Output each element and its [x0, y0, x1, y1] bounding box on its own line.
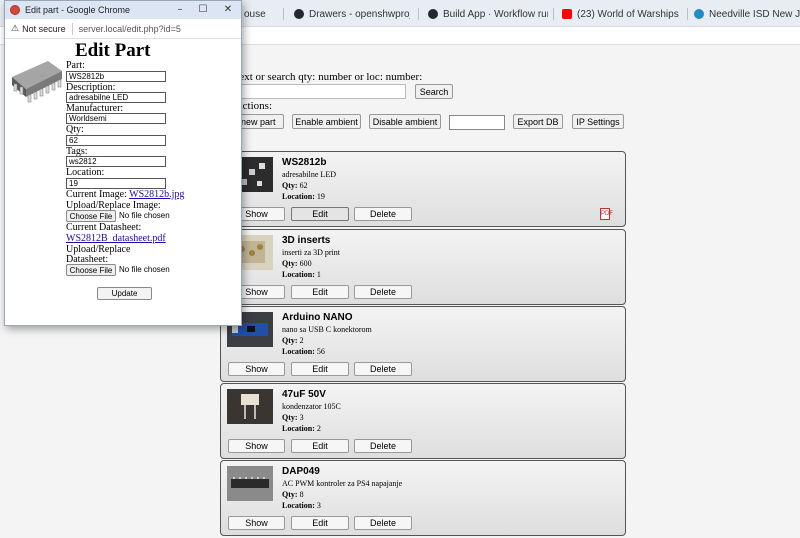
not-secure-label[interactable]: Not secure: [22, 24, 66, 34]
edit-button[interactable]: Edit: [291, 285, 349, 299]
window-title: Edit part - Google Chrome: [25, 5, 131, 15]
app-icon: [10, 5, 20, 15]
delete-button[interactable]: Delete: [354, 362, 412, 376]
delete-button[interactable]: Delete: [354, 285, 412, 299]
qty-label: Qty:: [66, 124, 84, 135]
youtube-icon: [562, 9, 572, 19]
edit-button[interactable]: Edit: [291, 207, 349, 221]
address-bar[interactable]: ⚠ Not secure server.local/edit.php?id=5: [5, 19, 241, 39]
tab-label: Needville ISD New Junior Hig: [709, 8, 800, 20]
delete-button[interactable]: Delete: [354, 439, 412, 453]
part-card: WS2812b adresabilne LED Qty: 62 Location…: [220, 151, 626, 227]
part-name: 47uF 50V: [282, 389, 326, 400]
browser-tab-drawers[interactable]: Drawers - openshwprojects/O: [294, 5, 410, 23]
description-field[interactable]: adresabilne LED: [66, 92, 166, 103]
part-label: Part:: [66, 60, 85, 71]
delete-button[interactable]: Delete: [354, 207, 412, 221]
warning-icon[interactable]: ⚠: [11, 23, 19, 34]
update-button[interactable]: Update: [97, 287, 152, 300]
part-qty: Qty: 600: [282, 259, 312, 268]
qty-field[interactable]: 62: [66, 135, 166, 146]
part-description: nano sa USB C konektorom: [282, 325, 372, 334]
image-no-file-text: No file chosen: [119, 211, 170, 220]
part-card: DAP049 AC PWM kontroler za PS4 napajanje…: [220, 460, 626, 536]
part-qty: Qty: 62: [282, 181, 308, 190]
github-icon: [294, 9, 304, 19]
show-button[interactable]: Show: [228, 439, 285, 453]
browser-tab-build-app[interactable]: Build App · Workflow runs · op: [428, 5, 548, 23]
part-thumbnail: [227, 389, 273, 424]
part-description: inserti za 3D print: [282, 248, 340, 257]
location-field[interactable]: 19: [66, 178, 166, 189]
choose-datasheet-button[interactable]: Choose File: [66, 264, 116, 276]
part-location: Location: 19: [282, 192, 325, 201]
ip-settings-button[interactable]: IP Settings: [572, 114, 624, 129]
current-datasheet-label: Current Datasheet:: [66, 222, 142, 233]
github-icon: [428, 9, 438, 19]
window-titlebar[interactable]: Edit part - Google Chrome – ☐ ✕: [5, 1, 241, 19]
current-image-label: Current Image:: [66, 189, 127, 200]
part-name: WS2812b: [282, 157, 327, 168]
disable-ambient-button[interactable]: Disable ambient: [369, 114, 441, 129]
part-description: kondenzator 105C: [282, 402, 341, 411]
part-location: Location: 3: [282, 501, 321, 510]
pdf-icon[interactable]: PDF: [600, 208, 613, 220]
search-label: h text or search qty: number or loc: num…: [228, 71, 423, 83]
part-name: DAP049: [282, 466, 320, 477]
url-text[interactable]: server.local/edit.php?id=5: [79, 24, 181, 34]
part-name: Arduino NANO: [282, 312, 353, 323]
ic-chip-icon: [12, 61, 62, 103]
datasheet-no-file-text: No file chosen: [119, 265, 170, 274]
part-name: 3D inserts: [282, 235, 331, 246]
manufacturer-field[interactable]: Worldsemi: [66, 113, 166, 124]
enable-ambient-button[interactable]: Enable ambient: [292, 114, 361, 129]
edge-icon: [694, 9, 704, 19]
search-button[interactable]: Search: [415, 84, 453, 99]
tab-label: ouse: [244, 8, 266, 20]
datasheet-file-link[interactable]: WS2812B_datasheet.pdf: [66, 233, 166, 244]
edit-button[interactable]: Edit: [291, 516, 349, 530]
delete-button[interactable]: Delete: [354, 516, 412, 530]
export-db-button[interactable]: Export DB: [513, 114, 563, 129]
browser-tab-partial[interactable]: ouse ✕: [244, 5, 272, 23]
part-qty: Qty: 3: [282, 413, 304, 422]
edit-button[interactable]: Edit: [291, 362, 349, 376]
tab-label: Drawers - openshwprojects/O: [309, 8, 410, 20]
image-file-link[interactable]: WS2812b.jpg: [129, 189, 184, 200]
edit-part-form: Edit Part Part: WS2812b Description: adr…: [5, 39, 241, 325]
current-image-row: Current Image: WS2812b.jpg: [66, 189, 184, 200]
part-card: 3D inserts inserti za 3D print Qty: 600 …: [220, 229, 626, 305]
close-icon[interactable]: ✕: [221, 3, 235, 17]
part-thumbnail: [227, 466, 273, 501]
search-input[interactable]: [228, 84, 406, 99]
part-description: adresabilne LED: [282, 170, 336, 179]
part-location: Location: 1: [282, 270, 321, 279]
tab-label: (23) World of Warships - I: [577, 8, 682, 20]
edit-part-window: Edit part - Google Chrome – ☐ ✕ ⚠ Not se…: [4, 0, 242, 326]
choose-image-button[interactable]: Choose File: [66, 210, 116, 222]
part-location: Location: 2: [282, 424, 321, 433]
show-button[interactable]: Show: [228, 516, 285, 530]
browser-tab-needville[interactable]: Needville ISD New Junior Hig: [694, 5, 800, 23]
minimize-icon[interactable]: –: [173, 3, 187, 17]
part-description: AC PWM kontroler za PS4 napajanje: [282, 479, 403, 488]
part-card: 47uF 50V kondenzator 105C Qty: 3 Locatio…: [220, 383, 626, 459]
part-field[interactable]: WS2812b: [66, 71, 166, 82]
browser-tab-youtube[interactable]: (23) World of Warships - I 🔊 ✕: [562, 5, 682, 23]
edit-button[interactable]: Edit: [291, 439, 349, 453]
tab-label: Build App · Workflow runs · op: [443, 8, 548, 20]
location-label: Location:: [66, 167, 105, 178]
part-card: Arduino NANO nano sa USB C konektorom Qt…: [220, 306, 626, 382]
part-qty: Qty: 2: [282, 336, 304, 345]
ambient-value-input[interactable]: [449, 115, 505, 130]
part-location: Location: 56: [282, 347, 325, 356]
tags-field[interactable]: ws2812: [66, 156, 166, 167]
show-button[interactable]: Show: [228, 362, 285, 376]
part-qty: Qty: 8: [282, 490, 304, 499]
page-title: Edit Part: [75, 40, 151, 61]
maximize-icon[interactable]: ☐: [196, 3, 210, 17]
